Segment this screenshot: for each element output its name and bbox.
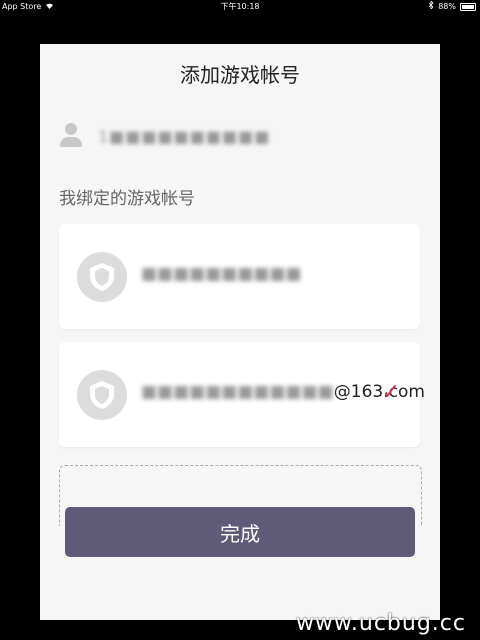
bound-accounts-label: 我绑定的游戏帐号 — [59, 189, 195, 209]
account-card[interactable]: ■■■■■■■■■■■■@163.com ✓ — [59, 342, 425, 447]
current-user-id: 1■■■■■■■■■■ — [98, 126, 271, 146]
bluetooth-icon — [428, 0, 434, 13]
account-text: ■■■■■■■■■■ — [141, 264, 302, 284]
done-button[interactable]: 完成 — [65, 507, 415, 557]
account-masked-id: ■■■■■■■■■■■■ — [141, 382, 334, 402]
battery-percent: 88% — [438, 2, 456, 11]
status-bar: App Store 下午10:18 88% — [0, 0, 480, 13]
account-card[interactable]: ■■■■■■■■■■ — [59, 224, 420, 329]
account-email-suffix: @163.com — [333, 382, 425, 402]
user-icon — [60, 123, 82, 149]
battery-icon — [460, 2, 476, 11]
status-time: 下午10:18 — [220, 2, 260, 11]
status-right: 88% — [428, 0, 476, 13]
shield-icon — [77, 252, 127, 302]
shield-icon — [77, 370, 127, 420]
add-game-account-sheet: 添加游戏帐号 1■■■■■■■■■■ 我绑定的游戏帐号 ■■■■■■■■■■ ■… — [40, 44, 440, 620]
checkmark-icon: ✓ — [381, 380, 400, 405]
account-masked-id: ■■■■■■■■■■ — [141, 264, 302, 284]
page-title: 添加游戏帐号 — [180, 63, 300, 87]
watermark: www.ucbug.cc — [295, 611, 466, 636]
current-user-row: 1■■■■■■■■■■ — [60, 122, 270, 150]
